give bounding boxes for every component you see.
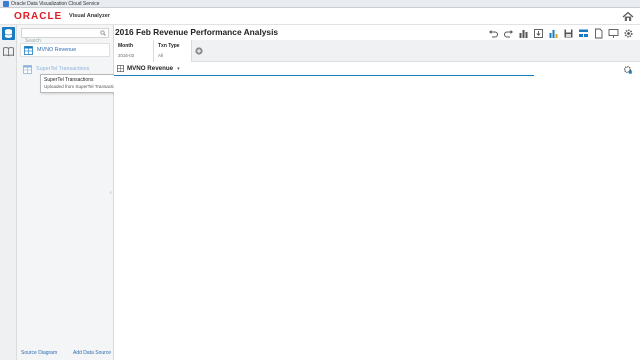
redo-icon[interactable] <box>503 28 514 39</box>
save-icon[interactable] <box>563 28 574 39</box>
table-icon <box>117 65 124 72</box>
data-panel-footer: Source Diagram Add Data Source <box>17 349 114 359</box>
filter-value: 2016-03 <box>118 53 135 58</box>
table-icon <box>23 64 32 74</box>
data-source-label: SuperTel Transactions <box>36 66 90 72</box>
window-title: Oracle Data Visualization Cloud Service <box>11 1 100 7</box>
filter-bar: Month 2016-03 Txn Type All <box>114 40 640 62</box>
gear-icon[interactable] <box>623 65 632 74</box>
document-icon[interactable] <box>593 28 604 39</box>
add-filter-icon[interactable] <box>195 47 203 55</box>
viz-header: MVNO Revenue ▾ <box>114 63 640 74</box>
book-icon[interactable] <box>2 45 15 58</box>
left-rail <box>0 25 17 360</box>
hierarchy-icon[interactable] <box>578 28 589 39</box>
data-source-label: MVNO Revenue <box>37 47 77 53</box>
home-icon[interactable] <box>622 11 634 22</box>
filter-name: Txn Type <box>158 43 180 49</box>
canvas-toolbar <box>488 28 634 39</box>
oracle-logo: ORACLE <box>14 11 63 22</box>
window-titlebar: Oracle Data Visualization Cloud Service <box>0 0 640 8</box>
main-canvas: 2016 Feb Revenue Performance Analysis Mo… <box>114 25 640 360</box>
table-icon <box>24 45 33 55</box>
canvas-title: 2016 Feb Revenue Performance Analysis <box>115 27 279 37</box>
search-box <box>21 28 109 45</box>
filter-month[interactable]: Month 2016-03 <box>114 40 154 62</box>
product-name: Visual Analyzer <box>69 13 111 19</box>
database-icon[interactable] <box>2 27 15 40</box>
export-icon[interactable] <box>533 28 544 39</box>
data-source-mvno-revenue[interactable]: MVNO Revenue <box>20 43 110 57</box>
viz-canvas[interactable] <box>114 77 640 360</box>
app-icon <box>3 1 9 7</box>
bar-chart-icon[interactable] <box>518 28 529 39</box>
presentation-icon[interactable] <box>608 28 619 39</box>
filter-txn-type[interactable]: Txn Type All <box>154 40 192 62</box>
data-insights-icon[interactable] <box>548 28 559 39</box>
chevron-down-icon[interactable]: ▾ <box>177 66 180 72</box>
panel-collapse-handle[interactable]: ‹ <box>110 190 112 196</box>
viz-title[interactable]: MVNO Revenue <box>127 65 173 72</box>
settings-icon[interactable] <box>623 28 634 39</box>
source-diagram-link[interactable]: Source Diagram <box>21 350 57 356</box>
filter-value: All <box>158 53 163 58</box>
add-data-source-link[interactable]: Add Data Source <box>73 350 111 356</box>
search-icon[interactable] <box>100 30 106 36</box>
undo-icon[interactable] <box>488 28 499 39</box>
filter-name: Month <box>118 43 133 49</box>
app-header: ORACLE Visual Analyzer <box>0 8 640 25</box>
